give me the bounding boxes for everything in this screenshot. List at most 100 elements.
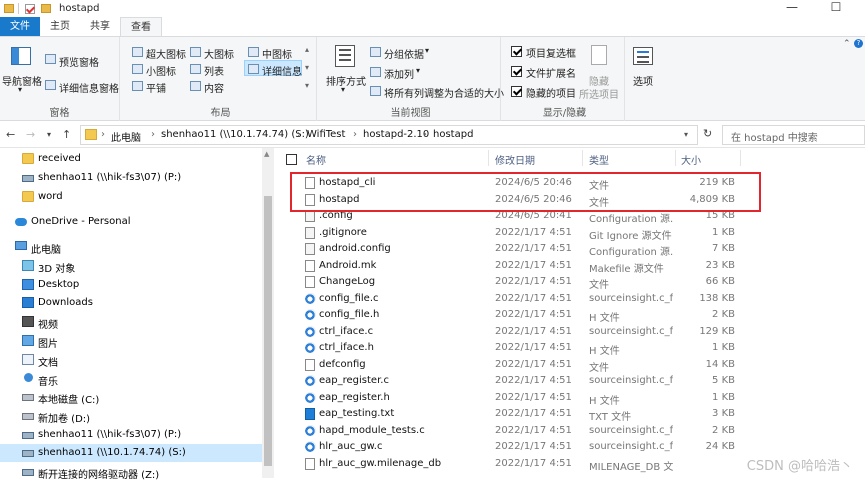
tab-file[interactable]: 文件 [0, 17, 40, 36]
chevron-right-icon[interactable]: › [297, 129, 301, 140]
file-row[interactable]: hlr_auc_gw.c 2022/1/17 4:51 sourceinsight.… [277, 439, 865, 456]
chevron-right-icon[interactable]: › [423, 129, 427, 140]
options-button[interactable]: 选项 [633, 73, 653, 88]
add-columns-button[interactable]: 添加列 [384, 66, 414, 81]
chevron-right-icon[interactable]: › [101, 129, 105, 140]
column-header-date[interactable]: 修改日期 [495, 152, 535, 167]
breadcrumb-this-pc[interactable]: 此电脑 [111, 129, 141, 144]
path-box[interactable]: › 此电脑 › shenhao11 (\\10.1.74.74) (S:) › … [80, 125, 698, 145]
details-pane-button[interactable]: 详细信息窗格 [59, 80, 119, 95]
nav-item-word[interactable]: word [0, 188, 262, 206]
file-size: 2 KB [712, 424, 735, 436]
list-option[interactable]: 列表 [204, 63, 224, 78]
breadcrumb-wifitest[interactable]: WifiTest [307, 129, 345, 140]
sort-by-button[interactable]: 排序方式 [326, 73, 366, 88]
tiles-option[interactable]: 平铺 [146, 80, 166, 95]
column-header-name[interactable]: 名称 [306, 152, 326, 167]
breadcrumb-s-drive[interactable]: shenhao11 (\\10.1.74.74) (S:) [161, 129, 309, 140]
content-option[interactable]: 内容 [204, 80, 224, 95]
maximize-button[interactable]: ☐ [822, 0, 850, 17]
file-row[interactable]: ctrl_iface.h 2022/1/17 4:51 H 文件 1 KB [277, 340, 865, 357]
extra-large-icons-icon [132, 47, 143, 57]
nav-item-videos[interactable]: 视频 [0, 313, 262, 331]
search-box[interactable]: 在 hostapd 中搜索 [722, 125, 865, 145]
nav-item-3d-objects[interactable]: 3D 对象 [0, 257, 262, 275]
details-option[interactable]: 详细信息 [262, 63, 302, 78]
new-folder-icon[interactable] [41, 4, 51, 13]
scroll-up-icon[interactable]: ▲ [264, 150, 269, 158]
size-all-columns-button[interactable]: 将所有列调整为合适的大小 [384, 85, 504, 100]
file-row[interactable]: eap_testing.txt 2022/1/17 4:51 TXT 文件 3 KB [277, 406, 865, 423]
hide-selected-icon [591, 45, 607, 65]
group-by-button[interactable]: 分组依据 [384, 46, 424, 61]
minimize-button[interactable]: — [778, 0, 806, 17]
file-row[interactable]: Android.mk 2022/1/17 4:51 Makefile 源文件 23 K… [277, 258, 865, 275]
collapse-ribbon-icon[interactable]: ⌃ [843, 39, 851, 49]
tab-home[interactable]: 主页 [40, 17, 80, 36]
file-row[interactable]: hapd_module_tests.c 2022/1/17 4:51 sourcei… [277, 423, 865, 440]
forward-icon[interactable]: → [26, 128, 35, 141]
nav-item-documents[interactable]: 文档 [0, 351, 262, 369]
extra-large-icons-option[interactable]: 超大图标 [146, 46, 186, 61]
back-icon[interactable]: ← [6, 128, 15, 141]
quick-access-properties-icon[interactable] [25, 3, 35, 14]
nav-item-onedrive[interactable]: OneDrive - Personal [0, 213, 262, 231]
file-name: android.config [319, 243, 391, 254]
search-input[interactable]: 在 hostapd 中搜索 [731, 129, 818, 144]
refresh-icon[interactable]: ↻ [703, 127, 712, 140]
column-header-size[interactable]: 大小 [681, 152, 701, 167]
recent-locations-icon[interactable]: ▾ [47, 130, 51, 139]
breadcrumb-hostapd[interactable]: hostapd [433, 129, 473, 140]
nav-item-p-drive[interactable]: shenhao11 (\\hik-fs3\07) (P:) [0, 169, 262, 187]
file-row[interactable]: android.config 2022/1/17 4:51 Configuratio… [277, 241, 865, 258]
divider[interactable] [488, 150, 489, 166]
preview-pane-button[interactable]: 预览窗格 [59, 54, 99, 69]
file-row[interactable]: config_file.h 2022/1/17 4:51 H 文件 2 KB [277, 307, 865, 324]
file-size: 138 KB [699, 292, 735, 304]
medium-icons-option[interactable]: 中图标 [262, 46, 292, 61]
file-row[interactable]: defconfig 2022/1/17 4:51 文件 14 KB [277, 357, 865, 374]
nav-item-p-drive-2[interactable]: shenhao11 (\\hik-fs3\07) (P:) [0, 426, 262, 444]
up-icon[interactable]: ↑ [62, 128, 71, 141]
chevron-down-icon[interactable]: ▾ [684, 130, 688, 139]
nav-item-received[interactable]: received [0, 150, 262, 168]
nav-item-c-drive[interactable]: 本地磁盘 (C:) [0, 388, 262, 406]
scroll-down-icon[interactable]: ▾ [305, 63, 309, 72]
nav-scrollbar-thumb[interactable] [264, 196, 272, 466]
file-extensions-checkbox[interactable] [511, 66, 522, 77]
chevron-right-icon[interactable]: › [353, 129, 357, 140]
divider[interactable] [675, 150, 676, 166]
divider[interactable] [740, 150, 741, 166]
divider[interactable] [582, 150, 583, 166]
file-row[interactable]: .gitignore 2022/1/17 4:51 Git Ignore 源文件 1 … [277, 225, 865, 242]
hidden-items-checkbox[interactable] [511, 86, 522, 97]
help-icon[interactable]: ? [854, 39, 863, 48]
nav-item-pictures[interactable]: 图片 [0, 332, 262, 350]
file-row[interactable]: eap_register.c 2022/1/17 4:51 sourceinsigh… [277, 373, 865, 390]
group-label: 显示/隐藏 [542, 108, 587, 119]
item-checkboxes-checkbox[interactable] [511, 46, 522, 57]
nav-item-this-pc[interactable]: 此电脑 [0, 238, 262, 256]
more-layouts-icon[interactable]: ▾ [305, 81, 309, 90]
breadcrumb-hostapd-2-10[interactable]: hostapd-2.10 [363, 129, 429, 140]
small-icons-option[interactable]: 小图标 [146, 63, 176, 78]
file-row[interactable]: ChangeLog 2022/1/17 4:51 文件 66 KB [277, 274, 865, 291]
scroll-up-icon[interactable]: ▴ [305, 45, 309, 54]
file-row[interactable]: eap_register.h 2022/1/17 4:51 H 文件 1 KB [277, 390, 865, 407]
tab-share[interactable]: 共享 [80, 17, 120, 36]
nav-item-d-drive[interactable]: 新加卷 (D:) [0, 407, 262, 425]
file-date: 2022/1/17 4:51 [495, 259, 572, 271]
nav-item-desktop[interactable]: Desktop [0, 276, 262, 294]
large-icons-option[interactable]: 大图标 [204, 46, 234, 61]
file-row[interactable]: ctrl_iface.c 2022/1/17 4:51 sourceinsight.… [277, 324, 865, 341]
nav-item-music[interactable]: 音乐 [0, 370, 262, 388]
chevron-down-icon: ▾ [18, 85, 23, 94]
select-all-checkbox[interactable] [286, 154, 297, 165]
nav-item-s-drive[interactable]: shenhao11 (\\10.1.74.74) (S:) [0, 444, 262, 462]
nav-item-z-drive[interactable]: 断开连接的网络驱动器 (Z:) [0, 463, 262, 481]
column-header-type[interactable]: 类型 [589, 152, 609, 167]
nav-item-downloads[interactable]: Downloads [0, 294, 262, 312]
tab-view[interactable]: 查看 [120, 17, 162, 36]
chevron-right-icon[interactable]: › [151, 129, 155, 140]
file-row[interactable]: config_file.c 2022/1/17 4:51 sourceinsight… [277, 291, 865, 308]
